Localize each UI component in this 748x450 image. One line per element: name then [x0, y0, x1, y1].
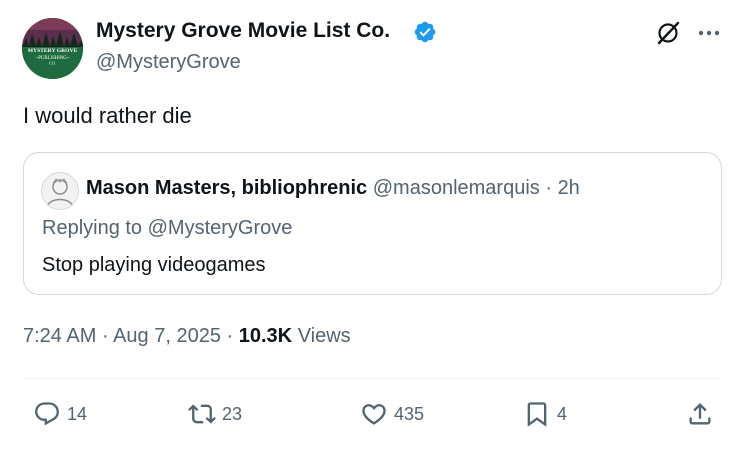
avatar-logo-line3: CO. [49, 61, 56, 66]
share-button[interactable] [686, 400, 714, 428]
views-label: Views [297, 325, 351, 347]
bookmark-button[interactable]: 4 [523, 400, 567, 428]
quoted-author-avatar[interactable] [41, 172, 79, 210]
views-count: 10.3K [238, 325, 293, 347]
quoted-tweet-text: Stop playing videogames [42, 254, 266, 276]
tweet-date[interactable]: Aug 7, 2025 [113, 325, 221, 347]
bookmark-count: 4 [557, 403, 568, 424]
verified-badge-icon [414, 21, 436, 43]
author-handle[interactable]: @MysteryGrove [96, 51, 241, 74]
author-name[interactable]: Mystery Grove Movie List Co. [96, 19, 390, 43]
like-button[interactable]: 435 [360, 400, 424, 428]
avatar-logo-line1: MYSTERY GROVE [28, 48, 78, 54]
more-options-icon[interactable] [696, 22, 722, 44]
meta-separator: · [226, 325, 234, 347]
author-avatar[interactable]: MYSTERY GROVE ~PUBLISHING~ CO. [22, 18, 83, 79]
like-count: 435 [394, 403, 425, 424]
divider [23, 378, 722, 379]
repost-icon [188, 404, 216, 424]
quoted-replying-to: Replying to @MysteryGrove [42, 217, 293, 239]
tweet-time[interactable]: 7:24 AM [23, 325, 96, 347]
bookmark-icon [527, 402, 547, 427]
tweet-meta: 7:24 AM · Aug 7, 2025 · 10.3K Views [23, 325, 351, 348]
quoted-tweet-card[interactable]: Mason Masters, bibliophrenic @masonlemar… [23, 152, 722, 295]
heart-icon [362, 404, 386, 425]
reply-button[interactable]: 14 [33, 400, 87, 428]
quoted-author-name[interactable]: Mason Masters, bibliophrenic [86, 177, 367, 199]
quoted-header: Mason Masters, bibliophrenic @masonlemar… [86, 177, 580, 200]
tweet-text: I would rather die [23, 103, 192, 128]
reply-count: 14 [67, 403, 88, 424]
quoted-separator: · [545, 177, 552, 199]
grok-icon[interactable] [655, 20, 681, 46]
repost-button[interactable]: 23 [188, 400, 242, 428]
meta-separator: · [101, 325, 109, 347]
share-icon [689, 403, 711, 425]
repost-count: 23 [222, 403, 243, 424]
reply-icon [35, 402, 59, 426]
quoted-timestamp[interactable]: 2h [558, 177, 580, 199]
quoted-author-handle[interactable]: @masonlemarquis [373, 177, 540, 199]
